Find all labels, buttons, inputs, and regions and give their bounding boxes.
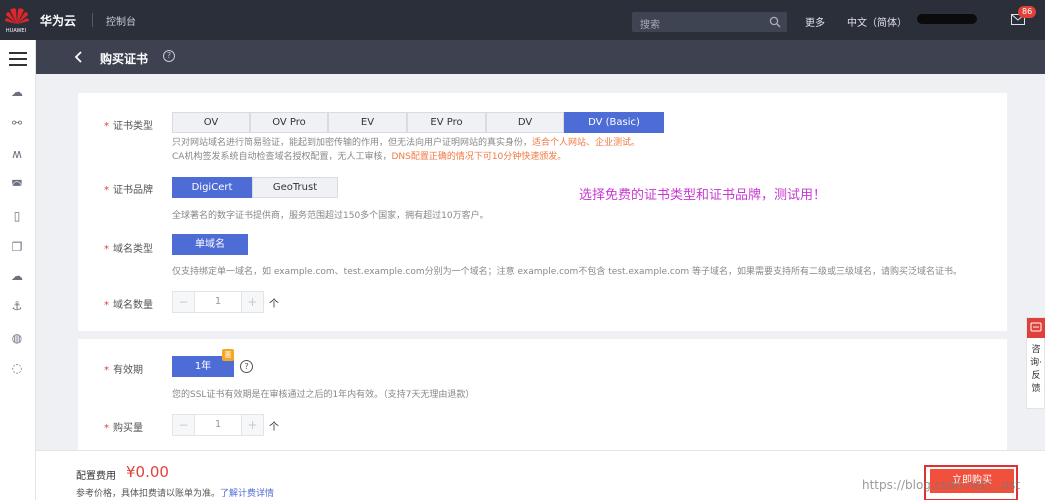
footer-bar: 配置费用 ¥0.00 参考价格，具体扣费请以账单为准。了解计费详情 立即购买 h… [36,450,1045,500]
question-icon[interactable]: ? [240,360,253,373]
cert-type-desc-2: CA机构签发系统自动检查域名授权配置，无人工审核，DNS配置正确的情况下可10分… [172,152,567,162]
page-title: 购买证书 [100,52,149,66]
language-selector[interactable]: 中文（简体） [847,14,907,29]
domain-count-stepper[interactable]: − 1 + [172,291,264,313]
search-icon[interactable] [769,16,781,28]
page-header: 购买证书 ? [36,40,1045,74]
search-placeholder: 搜索 [640,20,660,31]
username-redacted[interactable] [917,14,977,24]
cert-type-ev-pro[interactable]: EV Pro [407,112,486,133]
left-sidebar: ☁ ⚯ ʍ ◚ ▯ ❐ ☁ ⚓ ◍ ◌ [0,40,36,500]
cert-type-label: * 证书类型 [104,121,153,132]
dashboard-icon[interactable]: ʍ [9,146,25,162]
device-icon[interactable]: ▯ [9,208,25,224]
cloud-outline-icon[interactable]: ☁ [9,268,25,284]
fee-label: 配置费用 [76,471,116,482]
cert-type-ov[interactable]: OV [172,112,250,133]
annotation-note: 选择免费的证书类型和证书品牌，测试用！ [579,188,827,203]
globe-icon[interactable]: ◍ [9,330,25,346]
storage-icon[interactable]: ◚ [9,177,25,193]
help-icon[interactable]: ? [163,50,175,62]
validity-desc: 您的SSL证书有效期是在审核通过之后的1年内有效。（支持7天无理由退款） [172,390,475,400]
divider [92,13,93,27]
cert-brand-desc: 全球著名的数字证书提供商，服务范围超过150多个国家，拥有超过10万客户。 [172,211,489,221]
top-navbar: HUAWEI 华为云 控制台 搜索 更多 中文（简体） 86 [0,0,1045,40]
purchase-qty-unit: 个 [269,422,279,433]
domain-type-label: * 域名类型 [104,244,153,255]
brand-name[interactable]: 华为云 [40,12,76,29]
notification-badge: 86 [1018,6,1037,18]
back-arrow-icon[interactable] [74,50,84,64]
validity-label: * 有效期 [104,365,143,376]
cert-type-ev[interactable]: EV [328,112,407,133]
circle-icon[interactable]: ◌ [9,360,25,376]
decrement-button[interactable]: − [173,292,195,312]
search-input[interactable]: 搜索 [632,12,787,32]
cert-type-dv[interactable]: DV [486,112,564,133]
increment-button[interactable]: + [241,292,263,312]
more-menu[interactable]: 更多 [805,14,825,29]
anchor-icon[interactable]: ⚓ [9,298,25,314]
cert-brand-geotrust[interactable]: GeoTrust [252,177,338,198]
network-icon[interactable]: ⚯ [9,115,25,131]
cert-brand-label: * 证书品牌 [104,185,153,196]
domain-count-label: * 域名数量 [104,300,153,311]
discount-tag: 惠 [222,349,234,361]
decrement-button[interactable]: − [173,415,195,435]
fee-value: ¥0.00 [126,463,169,481]
cloud-icon[interactable]: ☁ [9,84,25,100]
domain-type-single[interactable]: 单域名 [172,234,248,255]
cert-type-ov-pro[interactable]: OV Pro [250,112,328,133]
fee-note: 参考价格，具体扣费请以账单为准。了解计费详情 [76,489,275,499]
purchase-qty-label: * 购买量 [104,423,143,434]
cert-type-dv-basic[interactable]: DV (Basic) [564,112,664,133]
chat-icon[interactable] [1027,318,1045,338]
consult-feedback-widget[interactable]: 咨询·反馈 [1026,317,1045,409]
logo-text: HUAWEI [5,28,27,34]
purchase-qty-stepper[interactable]: − 1 + [172,414,264,436]
domain-type-desc: 仅支持绑定单一域名，如 example.com、test.example.com… [172,267,963,277]
hamburger-menu-icon[interactable] [9,52,27,66]
cert-type-desc-1: 只对网站域名进行简易验证，能起到加密传输的作用，但无法向用户证明网站的真实身份，… [172,138,641,148]
console-link[interactable]: 控制台 [106,13,136,28]
increment-button[interactable]: + [241,415,263,435]
purchase-qty-value[interactable]: 1 [195,415,241,435]
consult-feedback-text: 咨询·反馈 [1030,345,1042,394]
copy-icon[interactable]: ❐ [9,239,25,255]
watermark: https://blog.csdn.net/...ost [862,478,1021,492]
domain-count-unit: 个 [269,299,279,310]
domain-count-value[interactable]: 1 [195,292,241,312]
cert-brand-digicert[interactable]: DigiCert [172,177,252,198]
pricing-details-link[interactable]: 了解计费详情 [220,489,274,499]
